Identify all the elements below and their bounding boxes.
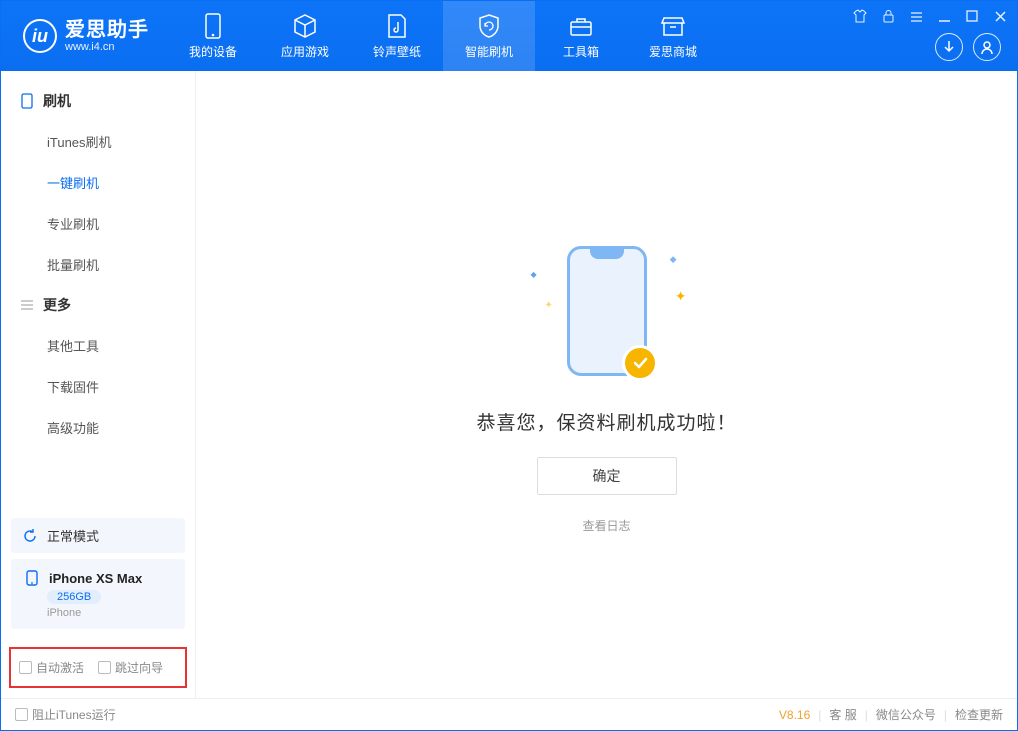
app-site: www.i4.cn bbox=[65, 41, 149, 53]
checkbox-icon bbox=[98, 661, 111, 674]
store-icon bbox=[660, 13, 686, 39]
tab-my-device[interactable]: 我的设备 bbox=[167, 1, 259, 71]
sidebar-item-download-firmware[interactable]: 下载固件 bbox=[1, 366, 195, 407]
checkbox-icon bbox=[19, 661, 32, 674]
sidebar-group-more: 更多 bbox=[1, 285, 195, 325]
checkbox-block-itunes[interactable]: 阻止iTunes运行 bbox=[15, 706, 116, 723]
checkbox-skip-guide[interactable]: 跳过向导 bbox=[98, 659, 163, 676]
device-phone-icon bbox=[23, 569, 41, 587]
sidebar: 刷机 iTunes刷机 一键刷机 专业刷机 批量刷机 更多 其他工具 下载固件 … bbox=[1, 71, 196, 698]
main-content: ◆ ✦ ◆ ✦ 恭喜您，保资料刷机成功啦！ 确定 查看日志 bbox=[196, 71, 1017, 698]
sidebar-item-advanced[interactable]: 高级功能 bbox=[1, 407, 195, 448]
device-capacity-badge: 256GB bbox=[47, 590, 101, 604]
tab-toolbox[interactable]: 工具箱 bbox=[535, 1, 627, 71]
version-label: V8.16 bbox=[779, 708, 810, 722]
logo-icon: iu bbox=[23, 19, 57, 53]
window-controls bbox=[851, 7, 1009, 25]
flash-options-highlighted: 自动激活 跳过向导 bbox=[9, 647, 187, 688]
device-panel: 正常模式 iPhone XS Max 256GB iPhone bbox=[1, 510, 195, 641]
sparkle-icon: ◆ bbox=[670, 254, 677, 265]
sparkle-icon: ✦ bbox=[675, 288, 687, 305]
phone-icon bbox=[200, 13, 226, 39]
toolbox-icon bbox=[568, 13, 594, 39]
close-button[interactable] bbox=[991, 7, 1009, 25]
body: 刷机 iTunes刷机 一键刷机 专业刷机 批量刷机 更多 其他工具 下载固件 … bbox=[1, 71, 1017, 698]
user-button[interactable] bbox=[973, 33, 1001, 61]
maximize-button[interactable] bbox=[963, 7, 981, 25]
nav-tabs: 我的设备 应用游戏 铃声壁纸 智能刷机 bbox=[167, 1, 719, 71]
download-button[interactable] bbox=[935, 33, 963, 61]
menu-icon[interactable] bbox=[907, 7, 925, 25]
shield-refresh-icon bbox=[476, 13, 502, 39]
check-update-link[interactable]: 检查更新 bbox=[955, 706, 1003, 723]
wechat-link[interactable]: 微信公众号 bbox=[876, 706, 936, 723]
list-icon bbox=[19, 297, 35, 313]
titlebar: iu 爱思助手 www.i4.cn 我的设备 应用游戏 bbox=[1, 1, 1017, 71]
device-info-card[interactable]: iPhone XS Max 256GB iPhone bbox=[11, 559, 185, 629]
sidebar-group-flash: 刷机 bbox=[1, 81, 195, 121]
app-logo: iu 爱思助手 www.i4.cn bbox=[1, 19, 167, 53]
header-circle-buttons bbox=[935, 33, 1001, 61]
phone-illustration-icon bbox=[567, 246, 647, 376]
sparkle-icon: ◆ bbox=[531, 270, 537, 279]
sidebar-item-pro-flash[interactable]: 专业刷机 bbox=[1, 203, 195, 244]
success-check-icon bbox=[622, 345, 658, 381]
minimize-button[interactable] bbox=[935, 7, 953, 25]
device-mode-card[interactable]: 正常模式 bbox=[11, 518, 185, 553]
device-name: iPhone XS Max bbox=[49, 571, 142, 586]
app-window: iu 爱思助手 www.i4.cn 我的设备 应用游戏 bbox=[0, 0, 1018, 731]
phone-outline-icon bbox=[19, 93, 35, 109]
tab-apps-games[interactable]: 应用游戏 bbox=[259, 1, 351, 71]
refresh-icon bbox=[21, 527, 39, 545]
tab-smart-flash[interactable]: 智能刷机 bbox=[443, 1, 535, 71]
device-type: iPhone bbox=[47, 607, 81, 619]
lock-icon[interactable] bbox=[879, 7, 897, 25]
music-file-icon bbox=[384, 13, 410, 39]
success-illustration: ◆ ✦ ◆ ✦ bbox=[517, 236, 697, 386]
tab-ringtone-wallpaper[interactable]: 铃声壁纸 bbox=[351, 1, 443, 71]
ok-button[interactable]: 确定 bbox=[537, 457, 677, 495]
sidebar-item-onekey-flash[interactable]: 一键刷机 bbox=[1, 162, 195, 203]
device-mode-label: 正常模式 bbox=[47, 526, 99, 545]
sidebar-item-other-tools[interactable]: 其他工具 bbox=[1, 325, 195, 366]
support-link[interactable]: 客 服 bbox=[829, 706, 856, 723]
sidebar-item-batch-flash[interactable]: 批量刷机 bbox=[1, 244, 195, 285]
tshirt-icon[interactable] bbox=[851, 7, 869, 25]
sidebar-item-itunes-flash[interactable]: iTunes刷机 bbox=[1, 121, 195, 162]
success-message: 恭喜您，保资料刷机成功啦！ bbox=[476, 408, 736, 435]
sparkle-icon: ✦ bbox=[545, 300, 553, 311]
statusbar: 阻止iTunes运行 V8.16 | 客 服 | 微信公众号 | 检查更新 bbox=[1, 698, 1017, 730]
tab-store[interactable]: 爱思商城 bbox=[627, 1, 719, 71]
checkbox-auto-activate[interactable]: 自动激活 bbox=[19, 659, 84, 676]
cube-icon bbox=[292, 13, 318, 39]
app-name: 爱思助手 bbox=[65, 19, 149, 41]
view-log-link[interactable]: 查看日志 bbox=[582, 517, 630, 534]
checkbox-icon bbox=[15, 708, 28, 721]
